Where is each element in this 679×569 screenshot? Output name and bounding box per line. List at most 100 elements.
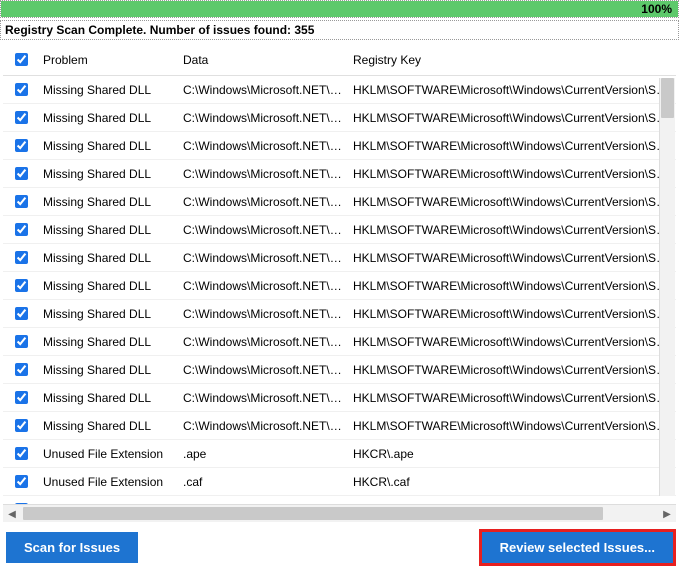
horizontal-scrollbar-thumb[interactable] — [23, 507, 603, 520]
row-checkbox-cell — [3, 384, 39, 412]
cell-problem: Missing Shared DLL — [39, 272, 179, 300]
table-row[interactable]: Missing Shared DLLC:\Windows\Microsoft.N… — [3, 76, 676, 104]
cell-data: C:\Windows\Microsoft.NET\Fra... — [179, 328, 349, 356]
row-checkbox[interactable] — [15, 223, 28, 236]
vertical-scrollbar[interactable] — [659, 78, 675, 496]
cell-problem: Unused File Extension — [39, 496, 179, 505]
table-row[interactable]: Unused File Extension.cafHKCR\.caf — [3, 468, 676, 496]
cell-data: C:\Windows\Microsoft.NET\Fra... — [179, 412, 349, 440]
row-checkbox[interactable] — [15, 195, 28, 208]
row-checkbox[interactable] — [15, 111, 28, 124]
row-checkbox-cell — [3, 160, 39, 188]
cell-registry-key: HKLM\SOFTWARE\Microsoft\Windows\CurrentV… — [349, 328, 676, 356]
table-row[interactable]: Unused File Extension.apeHKCR\.ape — [3, 440, 676, 468]
cell-registry-key: HKLM\SOFTWARE\Microsoft\Windows\CurrentV… — [349, 76, 676, 104]
row-checkbox-cell — [3, 496, 39, 505]
progress-bar-fill — [1, 1, 678, 17]
table-row[interactable]: Missing Shared DLLC:\Windows\Microsoft.N… — [3, 412, 676, 440]
row-checkbox-cell — [3, 328, 39, 356]
cell-data: C:\Windows\Microsoft.NET\Fra... — [179, 272, 349, 300]
row-checkbox[interactable] — [15, 167, 28, 180]
vertical-scrollbar-thumb[interactable] — [661, 78, 674, 118]
row-checkbox-cell — [3, 216, 39, 244]
row-checkbox[interactable] — [15, 251, 28, 264]
cell-problem: Missing Shared DLL — [39, 328, 179, 356]
table-row[interactable]: Missing Shared DLLC:\Windows\Microsoft.N… — [3, 384, 676, 412]
cell-data: C:\Windows\Microsoft.NET\Fra... — [179, 356, 349, 384]
row-checkbox-cell — [3, 356, 39, 384]
table-row[interactable]: Missing Shared DLLC:\Windows\Microsoft.N… — [3, 188, 676, 216]
cell-registry-key: HKLM\SOFTWARE\Microsoft\Windows\CurrentV… — [349, 356, 676, 384]
row-checkbox-cell — [3, 188, 39, 216]
cell-registry-key: HKLM\SOFTWARE\Microsoft\Windows\CurrentV… — [349, 216, 676, 244]
cell-registry-key: HKLM\SOFTWARE\Microsoft\Windows\CurrentV… — [349, 412, 676, 440]
row-checkbox[interactable] — [15, 307, 28, 320]
hscroll-left-arrow-icon[interactable]: ◀ — [3, 505, 21, 523]
cell-problem: Unused File Extension — [39, 440, 179, 468]
table-row[interactable]: Missing Shared DLLC:\Windows\Microsoft.N… — [3, 244, 676, 272]
cell-registry-key: HKLM\SOFTWARE\Microsoft\Windows\CurrentV… — [349, 384, 676, 412]
horizontal-scrollbar[interactable]: ◀ ▶ — [3, 504, 676, 522]
cell-data: .ape — [179, 440, 349, 468]
cell-problem: Missing Shared DLL — [39, 300, 179, 328]
header-data[interactable]: Data — [179, 44, 349, 76]
progress-bar-container: 100% — [0, 0, 679, 18]
cell-data: C:\Windows\Microsoft.NET\Fra... — [179, 244, 349, 272]
table-row[interactable]: Missing Shared DLLC:\Windows\Microsoft.N… — [3, 160, 676, 188]
row-checkbox[interactable] — [15, 475, 28, 488]
table-row[interactable]: Missing Shared DLLC:\Windows\Microsoft.N… — [3, 132, 676, 160]
table-row[interactable]: Missing Shared DLLC:\Windows\Microsoft.N… — [3, 104, 676, 132]
row-checkbox[interactable] — [15, 279, 28, 292]
header-problem[interactable]: Problem — [39, 44, 179, 76]
header-registry-key[interactable]: Registry Key — [349, 44, 676, 76]
row-checkbox[interactable] — [15, 447, 28, 460]
table-row[interactable]: Missing Shared DLLC:\Windows\Microsoft.N… — [3, 328, 676, 356]
row-checkbox-cell — [3, 76, 39, 104]
cell-registry-key: HKLM\SOFTWARE\Microsoft\Windows\CurrentV… — [349, 300, 676, 328]
row-checkbox-cell — [3, 300, 39, 328]
table-row[interactable]: Missing Shared DLLC:\Windows\Microsoft.N… — [3, 356, 676, 384]
cell-data: .caf — [179, 468, 349, 496]
cell-registry-key: HKLM\SOFTWARE\Microsoft\Windows\CurrentV… — [349, 272, 676, 300]
scan-for-issues-button[interactable]: Scan for Issues — [6, 532, 138, 563]
cell-registry-key: HKCR\.caf — [349, 468, 676, 496]
cell-problem: Missing Shared DLL — [39, 132, 179, 160]
row-checkbox-cell — [3, 132, 39, 160]
status-text: Registry Scan Complete. Number of issues… — [0, 20, 679, 40]
cell-data: C:\Windows\Microsoft.NET\Fra... — [179, 188, 349, 216]
progress-percent: 100% — [641, 1, 672, 17]
table-row[interactable]: Missing Shared DLLC:\Windows\Microsoft.N… — [3, 216, 676, 244]
cell-data: C:\Windows\Microsoft.NET\Fra... — [179, 76, 349, 104]
cell-registry-key: HKCR\.dbd — [349, 496, 676, 505]
row-checkbox[interactable] — [15, 363, 28, 376]
table-row[interactable]: Missing Shared DLLC:\Windows\Microsoft.N… — [3, 272, 676, 300]
row-checkbox[interactable] — [15, 419, 28, 432]
row-checkbox[interactable] — [15, 391, 28, 404]
results-table: Problem Data Registry Key Missing Shared… — [3, 44, 676, 504]
review-selected-issues-button[interactable]: Review selected Issues... — [482, 532, 673, 563]
cell-problem: Missing Shared DLL — [39, 244, 179, 272]
cell-problem: Missing Shared DLL — [39, 412, 179, 440]
cell-data: C:\Windows\Microsoft.NET\Fra... — [179, 132, 349, 160]
cell-registry-key: HKLM\SOFTWARE\Microsoft\Windows\CurrentV… — [349, 132, 676, 160]
cell-problem: Unused File Extension — [39, 468, 179, 496]
table-row[interactable]: Missing Shared DLLC:\Windows\Microsoft.N… — [3, 300, 676, 328]
cell-registry-key: HKCR\.ape — [349, 440, 676, 468]
row-checkbox-cell — [3, 468, 39, 496]
hscroll-right-arrow-icon[interactable]: ▶ — [658, 505, 676, 523]
row-checkbox[interactable] — [15, 139, 28, 152]
row-checkbox[interactable] — [15, 83, 28, 96]
select-all-checkbox[interactable] — [15, 53, 28, 66]
cell-registry-key: HKLM\SOFTWARE\Microsoft\Windows\CurrentV… — [349, 160, 676, 188]
cell-data: C:\Windows\Microsoft.NET\Fra... — [179, 216, 349, 244]
cell-registry-key: HKLM\SOFTWARE\Microsoft\Windows\CurrentV… — [349, 104, 676, 132]
cell-problem: Missing Shared DLL — [39, 356, 179, 384]
footer: Scan for Issues Review selected Issues..… — [0, 522, 679, 569]
table-row[interactable]: Unused File Extension.dbd - DB_Open_dbdH… — [3, 496, 676, 505]
cell-registry-key: HKLM\SOFTWARE\Microsoft\Windows\CurrentV… — [349, 244, 676, 272]
cell-data: C:\Windows\Microsoft.NET\Fra... — [179, 300, 349, 328]
cell-data: .dbd - DB_Open_dbd — [179, 496, 349, 505]
row-checkbox[interactable] — [15, 335, 28, 348]
cell-data: C:\Windows\Microsoft.NET\Fra... — [179, 384, 349, 412]
row-checkbox-cell — [3, 104, 39, 132]
